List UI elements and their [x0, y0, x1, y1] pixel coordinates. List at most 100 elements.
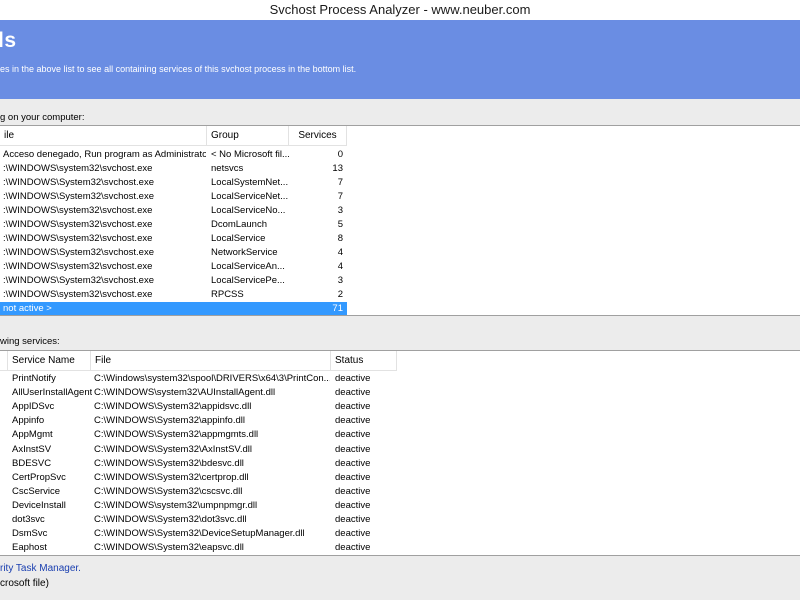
service-row[interactable]: BDESVC C:\WINDOWS\System32\bdesvc.dll deac… [0, 457, 800, 471]
service-cell-file: C:\WINDOWS\System32\AxInstSV.dll [94, 443, 253, 455]
service-cell-status: deactive [335, 514, 371, 525]
service-row[interactable]: AppMgmt C:\WINDOWS\System32\appmgmts.dll d… [0, 428, 800, 442]
process-cell-services: 71 [332, 303, 343, 314]
service-cell-status: deactive [335, 415, 371, 427]
header-description: es in the above list to see all containi… [0, 64, 357, 74]
service-cell-file: C:\WINDOWS\System32\bdesvc.dll [94, 457, 244, 469]
service-cell-status: deactive [335, 457, 371, 469]
service-cell-file: C:\WINDOWS\System32\dot3svc.dll [94, 514, 247, 525]
process-cell-services: 7 [337, 177, 343, 188]
process-row[interactable]: :\WINDOWS\System32\svchost.exe NetworkSer… [0, 246, 800, 260]
process-cell-services: 0 [337, 149, 343, 160]
process-cell-services: 2 [337, 289, 343, 300]
service-cell-file: C:\WINDOWS\System32\DeviceSetupManager.d… [94, 528, 305, 540]
process-cell-group: RPCSS [211, 289, 244, 300]
process-row[interactable]: :\WINDOWS\system32\svchost.exe LocalServi… [0, 232, 800, 246]
service-cell-file: C:\WINDOWS\System32\certprop.dll [94, 471, 249, 483]
service-row[interactable]: CertPropSvc C:\WINDOWS\System32\certprop.… [0, 471, 800, 485]
service-cell-file: C:\WINDOWS\System32\appidsvc.dll [94, 401, 252, 413]
process-cell-group: DcomLaunch [211, 219, 267, 230]
process-list[interactable]: ile Group Services Acceso denegado, Run … [0, 125, 800, 316]
service-row[interactable]: dot3svc C:\WINDOWS\System32\dot3svc.dll de… [0, 513, 800, 527]
window-title: Svchost Process Analyzer - www.neuber.co… [269, 2, 531, 17]
service-cell-file: C:\WINDOWS\System32\appinfo.dll [94, 415, 245, 427]
process-cell-group: netsvcs [211, 163, 244, 174]
column-header-service-file[interactable]: File [91, 351, 331, 371]
service-row[interactable]: Appinfo C:\WINDOWS\System32\appinfo.dll de… [0, 414, 800, 428]
column-header-file[interactable]: ile [0, 126, 207, 146]
service-cell-name: DsmSvc [12, 528, 48, 540]
service-row[interactable]: AllUserInstallAgent C:\WINDOWS\system32\A… [0, 386, 800, 400]
service-cell-status: deactive [335, 499, 371, 511]
service-cell-name: Appinfo [12, 415, 45, 427]
service-cell-name: dot3svc [12, 514, 45, 525]
column-header-status[interactable]: Status [331, 351, 397, 371]
column-header-group[interactable]: Group [207, 126, 289, 146]
process-cell-group: LocalService [211, 233, 266, 244]
process-cell-group [211, 302, 289, 315]
process-cell-services: 8 [337, 233, 343, 244]
column-header-blank [0, 351, 8, 371]
process-row[interactable]: :\WINDOWS\System32\svchost.exe LocalServi… [0, 274, 800, 288]
service-cell-file: C:\Windows\system32\spool\DRIVERS\x64\3\… [94, 373, 330, 384]
service-list[interactable]: Service Name File Status PrintNotify C:\W… [0, 350, 800, 556]
process-row[interactable]: :\WINDOWS\system32\svchost.exe LocalServi… [0, 260, 800, 274]
processes-section-label: g on your computer: [0, 112, 85, 123]
service-cell-file: C:\WINDOWS\System32\eapsvc.dll [94, 542, 244, 554]
process-cell-file: :\WINDOWS\System32\svchost.exe [3, 191, 154, 202]
service-cell-file: C:\WINDOWS\System32\cscsvc.dll [94, 485, 243, 497]
process-cell-file: Acceso denegado, Run program as Administ… [3, 149, 206, 160]
service-row[interactable]: DeviceInstall C:\WINDOWS\system32\umpnpmg… [0, 499, 800, 513]
service-cell-status: deactive [335, 401, 371, 413]
service-cell-name: AxInstSV [12, 443, 52, 455]
process-cell-file: :\WINDOWS\system32\svchost.exe [3, 205, 153, 216]
process-cell-services: 4 [337, 247, 343, 258]
service-row[interactable]: AxInstSV C:\WINDOWS\System32\AxInstSV.dll… [0, 443, 800, 457]
process-cell-services: 4 [337, 261, 343, 272]
service-cell-name: AppMgmt [12, 429, 53, 441]
service-cell-file: C:\WINDOWS\system32\umpnpmgr.dll [94, 499, 258, 511]
process-row[interactable]: :\WINDOWS\system32\svchost.exe LocalServi… [0, 204, 800, 218]
process-cell-group: LocalServicePe... [211, 275, 285, 286]
process-row[interactable]: :\WINDOWS\system32\svchost.exe RPCSS 2 [0, 288, 800, 302]
process-cell-file: :\WINDOWS\system32\svchost.exe [3, 233, 153, 244]
process-cell-group: LocalSystemNet... [211, 177, 289, 188]
process-cell-file: :\WINDOWS\System32\svchost.exe [3, 247, 154, 258]
status-note: crosoft file) [0, 578, 49, 589]
service-cell-name: DeviceInstall [12, 499, 66, 511]
service-cell-name: Eaphost [12, 542, 47, 554]
process-cell-file: :\WINDOWS\system32\svchost.exe [3, 163, 153, 174]
process-cell-services: 5 [337, 219, 343, 230]
column-header-service-name[interactable]: Service Name [8, 351, 91, 371]
service-cell-status: deactive [335, 443, 371, 455]
service-row[interactable]: AppIDSvc C:\WINDOWS\System32\appidsvc.dll… [0, 400, 800, 414]
service-cell-file: C:\WINDOWS\System32\appmgmts.dll [94, 429, 259, 441]
process-row[interactable]: :\WINDOWS\System32\svchost.exe LocalSyste… [0, 176, 800, 190]
service-cell-name: AppIDSvc [12, 401, 55, 413]
service-cell-status: deactive [335, 429, 371, 441]
process-cell-group: NetworkService [211, 247, 278, 258]
service-row[interactable]: PrintNotify C:\Windows\system32\spool\DRI… [0, 372, 800, 386]
service-row[interactable]: CscService C:\WINDOWS\System32\cscsvc.dll… [0, 485, 800, 499]
service-row[interactable]: DsmSvc C:\WINDOWS\System32\DeviceSetupMan… [0, 527, 800, 541]
process-cell-services: 3 [337, 275, 343, 286]
process-row[interactable]: :\WINDOWS\system32\svchost.exe netsvcs 13 [0, 162, 800, 176]
process-row-selected[interactable]: not active > 71 [0, 302, 347, 315]
column-header-services[interactable]: Services [289, 126, 347, 146]
process-cell-services: 3 [337, 205, 343, 216]
process-cell-group: LocalServiceNo... [211, 205, 286, 216]
process-cell-file: not active > [3, 303, 52, 314]
service-cell-status: deactive [335, 471, 371, 483]
service-row[interactable]: Eaphost C:\WINDOWS\System32\eapsvc.dll dea… [0, 541, 800, 555]
process-row[interactable]: :\WINDOWS\System32\svchost.exe LocalServi… [0, 190, 800, 204]
process-cell-services: 13 [332, 163, 343, 174]
process-cell-group: LocalServiceAn... [211, 261, 285, 272]
process-row[interactable]: Acceso denegado, Run program as Administ… [0, 148, 800, 162]
service-cell-name: PrintNotify [12, 373, 56, 384]
process-row[interactable]: :\WINDOWS\system32\svchost.exe DcomLaunch… [0, 218, 800, 232]
task-manager-link[interactable]: rity Task Manager. [0, 563, 81, 574]
process-cell-file: :\WINDOWS\System32\svchost.exe [3, 275, 154, 286]
service-cell-name: CscService [12, 485, 61, 497]
process-cell-services: 7 [337, 191, 343, 202]
process-cell-file: :\WINDOWS\system32\svchost.exe [3, 219, 153, 230]
